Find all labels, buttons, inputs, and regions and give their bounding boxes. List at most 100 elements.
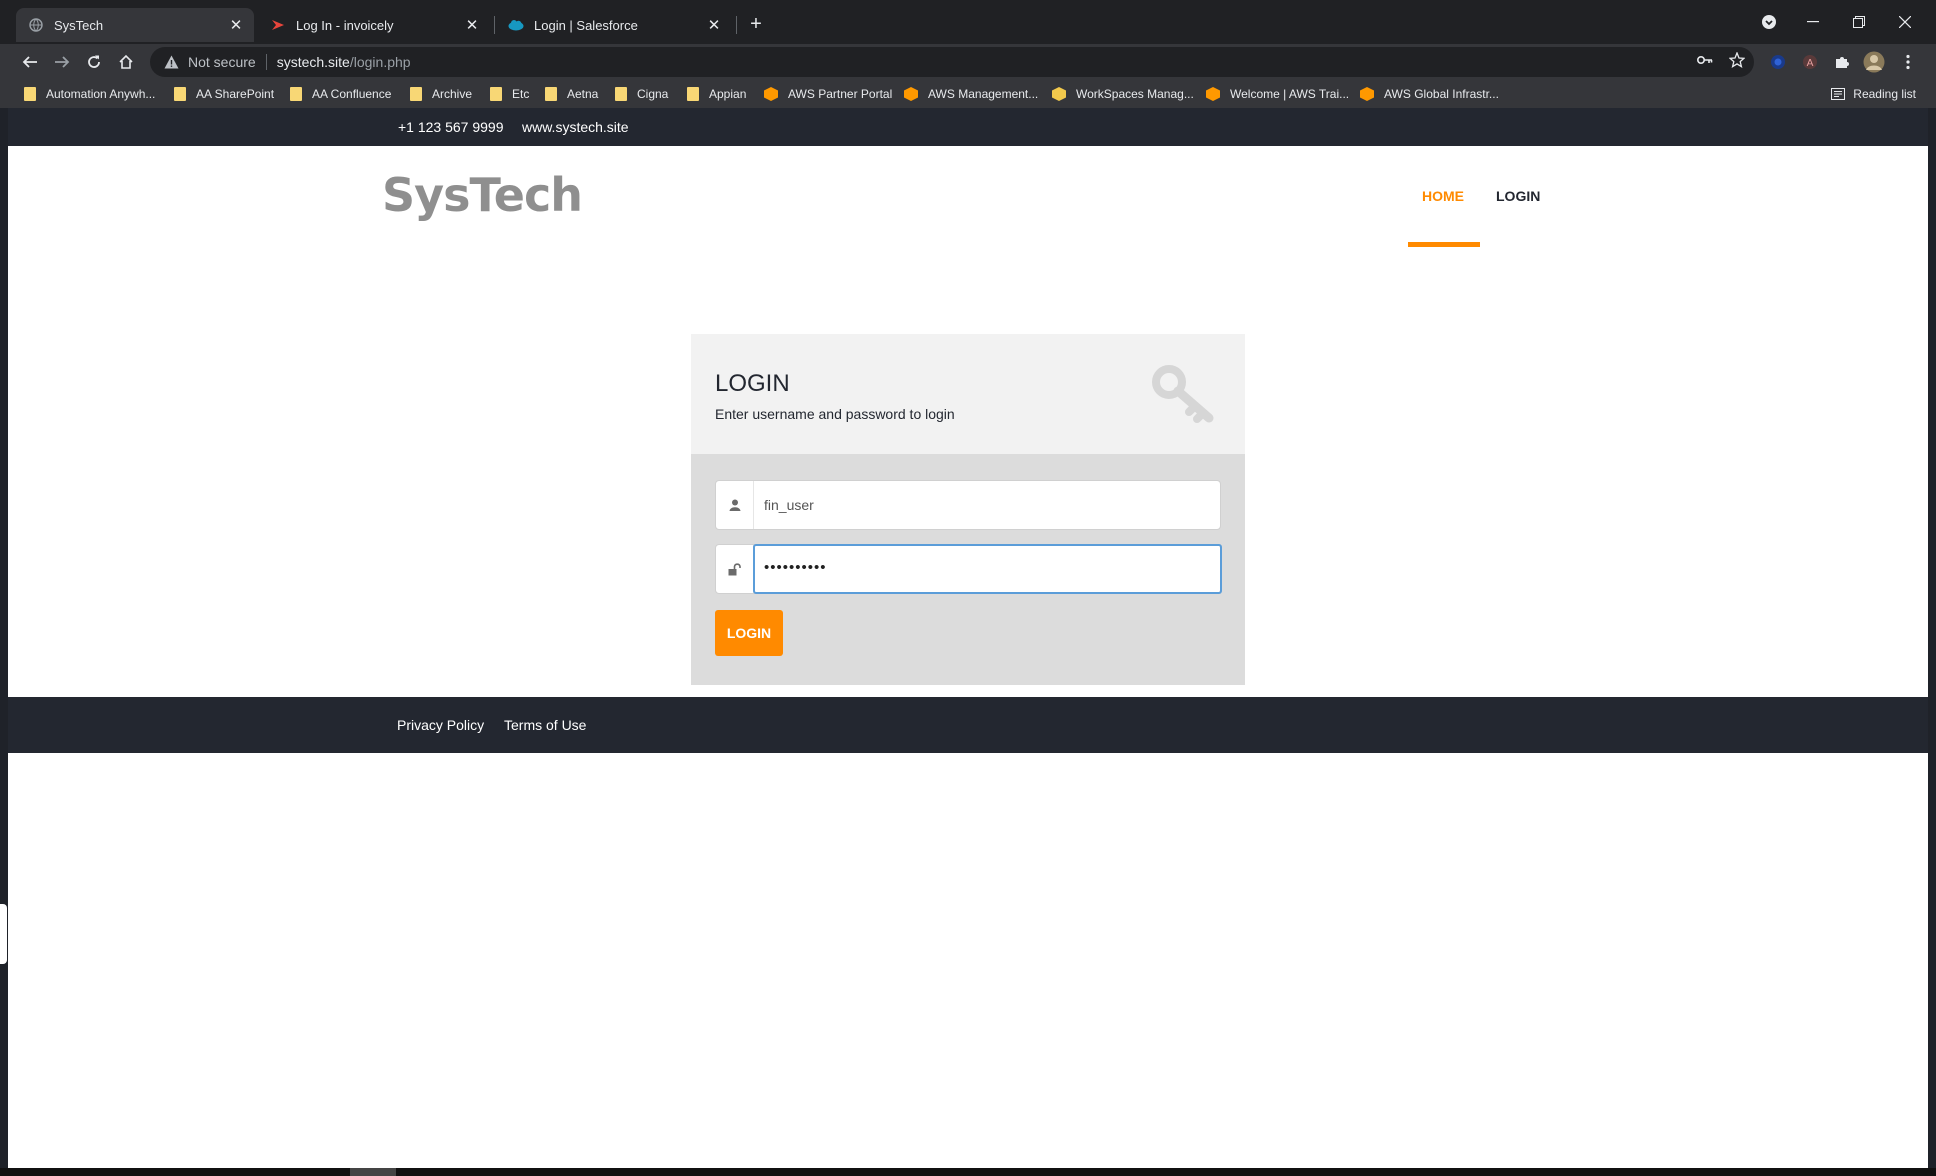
aws-cube-icon <box>1360 87 1374 101</box>
terms-of-use-link[interactable]: Terms of Use <box>504 717 586 733</box>
security-label[interactable]: Not secure <box>188 54 256 70</box>
address-bar[interactable]: Not secure systech.site/login.php <box>150 47 1754 77</box>
bookmark-item[interactable]: AWS Partner Portal <box>764 84 892 104</box>
new-tab-icon[interactable]: + <box>744 12 768 36</box>
reading-list-icon <box>1831 88 1846 100</box>
bookmark-label: Archive <box>432 87 473 101</box>
tab-strip: SysTech ✕ Log In - invoicely ✕ Login | S… <box>0 0 1936 44</box>
password-field[interactable]: •••••••••• <box>715 544 1222 594</box>
tab-systech[interactable]: SysTech ✕ <box>16 8 254 42</box>
bookmark-item[interactable]: AWS Global Infrastr... <box>1360 84 1499 104</box>
bookmark-label: WorkSpaces Manag... <box>1076 87 1194 101</box>
bookmark-item[interactable]: Automation Anywh... <box>24 84 155 104</box>
password-key-icon[interactable] <box>1696 51 1714 69</box>
bookmark-item[interactable]: Cigna <box>615 84 668 104</box>
window-right-edge <box>1928 108 1936 1176</box>
tab-title: SysTech <box>54 17 104 33</box>
url-host: systech.site <box>276 54 350 70</box>
forward-icon[interactable] <box>48 48 76 76</box>
nav-home-link[interactable]: HOME <box>1422 188 1464 204</box>
back-icon[interactable] <box>16 48 44 76</box>
active-nav-indicator <box>1408 242 1480 247</box>
bookmark-item[interactable]: Etc <box>490 84 529 104</box>
site-topbar: +1 123 567 9999 www.systech.site <box>8 108 1928 146</box>
bookmark-label: Appian <box>709 87 747 101</box>
site-logo[interactable]: SysTech <box>382 168 583 222</box>
folder-icon <box>410 87 422 101</box>
login-button[interactable]: LOGIN <box>715 610 783 656</box>
bookmark-label: Automation Anywh... <box>46 87 156 101</box>
bookmark-item[interactable]: Appian <box>687 84 746 104</box>
login-panel-header: LOGIN Enter username and password to log… <box>691 334 1245 454</box>
close-icon[interactable]: ✕ <box>464 17 480 34</box>
url-path: /login.php <box>349 54 411 70</box>
globe-icon <box>28 17 44 33</box>
folder-icon <box>615 87 627 101</box>
password-input[interactable]: •••••••••• <box>764 559 827 576</box>
contact-website[interactable]: www.systech.site <box>522 119 629 135</box>
warning-icon[interactable] <box>164 54 180 70</box>
bookmark-item[interactable]: Aetna <box>545 84 598 104</box>
folder-icon <box>24 87 36 101</box>
key-icon <box>1151 362 1221 426</box>
close-icon[interactable]: ✕ <box>706 17 722 34</box>
site-header: SysTech HOME LOGIN LOGIN Enter username … <box>8 146 1928 685</box>
bookmark-label: Welcome | AWS Trai... <box>1230 87 1350 101</box>
tab-separator <box>736 16 737 34</box>
bookmark-item[interactable]: AWS Management... <box>904 84 1038 104</box>
bookmark-star-icon[interactable] <box>1728 51 1746 69</box>
folder-icon <box>290 87 302 101</box>
tab-invoicely[interactable]: Log In - invoicely ✕ <box>258 8 490 42</box>
bookmark-item[interactable]: AA Confluence <box>290 84 391 104</box>
nav-login-link[interactable]: LOGIN <box>1496 188 1540 204</box>
reload-icon[interactable] <box>80 48 108 76</box>
menu-kebab-icon[interactable] <box>1896 50 1920 74</box>
address-divider <box>265 54 267 70</box>
bookmark-label: Etc <box>512 87 530 101</box>
bookmark-label: AA Confluence <box>312 87 392 101</box>
login-title: LOGIN <box>715 370 790 397</box>
minimize-icon[interactable] <box>1790 8 1836 36</box>
close-icon[interactable]: ✕ <box>228 17 244 34</box>
contact-phone: +1 123 567 9999 <box>398 119 504 135</box>
bookmark-label: AWS Global Infrastr... <box>1384 87 1499 101</box>
taskbar-edge <box>0 1168 1936 1176</box>
window-close-icon[interactable] <box>1882 8 1928 36</box>
side-panel-handle[interactable] <box>0 904 7 964</box>
folder-icon <box>545 87 557 101</box>
taskbar-item[interactable] <box>350 1168 396 1176</box>
workspaces-cube-icon <box>1052 87 1066 101</box>
bookmark-item[interactable]: AA SharePoint <box>174 84 274 104</box>
bookmark-item[interactable]: Welcome | AWS Trai... <box>1206 84 1349 104</box>
extensions-puzzle-icon[interactable] <box>1830 50 1854 74</box>
window-left-edge <box>0 108 8 1176</box>
browser-chrome: SysTech ✕ Log In - invoicely ✕ Login | S… <box>0 0 1936 108</box>
svg-text:A: A <box>1807 58 1814 69</box>
folder-icon <box>490 87 502 101</box>
reading-list-label: Reading list <box>1853 87 1916 101</box>
bookmark-item[interactable]: WorkSpaces Manag... <box>1052 84 1194 104</box>
bookmarks-bar: Automation Anywh... AA SharePoint AA Con… <box>0 80 1936 108</box>
username-field[interactable]: fin_user <box>715 480 1221 530</box>
extension-circle-icon[interactable] <box>1766 50 1790 74</box>
invoicely-icon <box>270 17 286 33</box>
tab-salesforce[interactable]: Login | Salesforce ✕ <box>496 8 732 42</box>
extension-a-icon[interactable]: A <box>1798 50 1822 74</box>
tab-title: Login | Salesforce <box>534 17 638 33</box>
profile-avatar-icon[interactable] <box>1862 50 1886 74</box>
user-icon <box>716 481 754 529</box>
bookmark-label: Cigna <box>637 87 669 101</box>
restore-icon[interactable] <box>1836 8 1882 36</box>
aws-cube-icon <box>1206 87 1220 101</box>
page-viewport: +1 123 567 9999 www.systech.site SysTech… <box>8 108 1928 1168</box>
bookmark-label: AA SharePoint <box>196 87 275 101</box>
unlock-icon <box>716 545 754 593</box>
username-input[interactable]: fin_user <box>764 497 814 513</box>
home-icon[interactable] <box>112 48 140 76</box>
tab-search-icon[interactable] <box>1746 8 1792 36</box>
bookmark-item[interactable]: Archive <box>410 84 472 104</box>
folder-icon <box>174 87 186 101</box>
reading-list-button[interactable]: Reading list <box>1831 84 1916 104</box>
privacy-policy-link[interactable]: Privacy Policy <box>397 717 484 733</box>
bookmark-label: AWS Partner Portal <box>788 87 893 101</box>
